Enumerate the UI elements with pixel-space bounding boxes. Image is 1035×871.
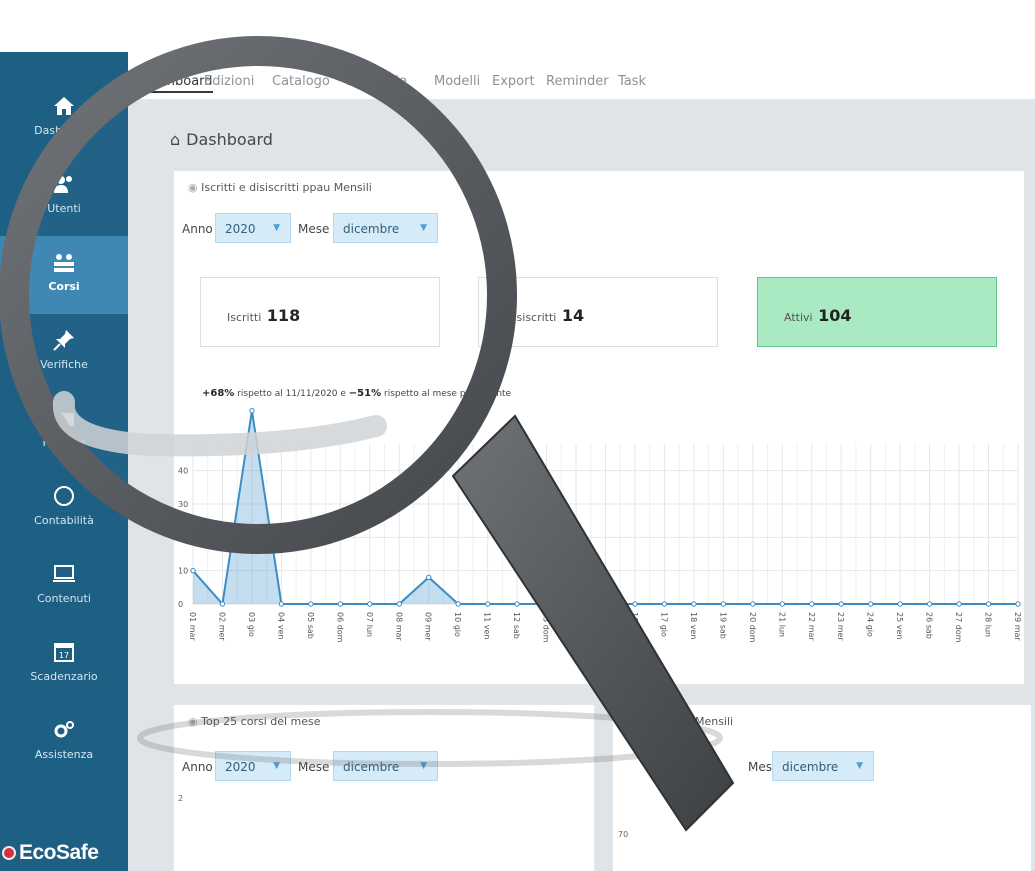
stat-label: Iscritti: [227, 311, 262, 324]
drag-icon: ◉: [188, 181, 202, 194]
axis-top-label: 2: [178, 794, 184, 803]
caret-down-icon: ▼: [273, 223, 280, 233]
stat-attivi: Attivi 104: [757, 277, 997, 347]
logo-mark-icon: [2, 846, 16, 860]
monitor-icon: [51, 562, 77, 588]
home-icon: [51, 94, 77, 120]
panel-title: Disiscritti Mensili: [640, 715, 734, 728]
anno-value: 2020: [225, 222, 256, 236]
logo-text: EcoSafe: [19, 841, 99, 864]
stat-disiscritti: Disiscritti 14: [478, 277, 718, 347]
anno-label-2: Anno: [182, 760, 213, 774]
tab-task[interactable]: Task: [618, 74, 646, 89]
tab-catalogo[interactable]: Catalogo: [272, 74, 330, 89]
tab-modelli[interactable]: Modelli: [434, 74, 480, 89]
axis-top-label: 70: [618, 830, 629, 839]
folder-icon: [51, 406, 77, 432]
sidebar-item-label: Scadenzario: [30, 670, 98, 683]
sidebar-item-assistenza[interactable]: Assistenza: [0, 704, 128, 782]
sidebar-item-label: Corsi: [48, 280, 80, 293]
mese-label: Mese: [298, 222, 330, 236]
top-navigation: Dashboard Edizioni Catalogo Materiale Modell…: [128, 52, 1035, 100]
pin-icon: [51, 328, 77, 354]
ecosafe-logo: EcoSafe: [2, 841, 99, 865]
stat-value: 14: [561, 306, 585, 325]
panel-header: ◉ Top 25 corsi del mese: [188, 715, 321, 728]
users-icon: [51, 172, 77, 198]
anno-label: Anno: [182, 222, 213, 236]
home-icon: ⌂: [170, 130, 181, 149]
delta-summary: +68% rispetto al 11/11/2020 e −51% rispe…: [202, 388, 511, 399]
mese-select-2[interactable]: dicembre ▼: [333, 751, 438, 781]
caret-down-icon: ▼: [420, 223, 427, 233]
caret-down-icon: ▼: [273, 761, 280, 771]
page-title: ⌂ Dashboard: [170, 130, 273, 149]
delta-pct-2: −51%: [348, 388, 382, 399]
tab-export[interactable]: Export: [492, 74, 535, 89]
stat-label: Disiscritti: [505, 311, 557, 324]
panel-header: ◉ Iscritti e disiscritti ppau Mensili: [188, 181, 372, 194]
stat-value: 118: [266, 306, 301, 325]
page-title-text: Dashboard: [186, 130, 273, 149]
drag-icon: ◉: [627, 715, 641, 728]
stat-value: 104: [818, 306, 852, 325]
mese-select[interactable]: dicembre ▼: [333, 213, 438, 243]
mese-value: dicembre: [782, 760, 839, 774]
panel-iscritti: ◉ Iscritti e disiscritti ppau Mensili: [173, 170, 1025, 685]
calendar-icon: 17: [51, 640, 77, 666]
sidebar-item-scadenzario[interactable]: 17 Scadenzario: [0, 626, 128, 704]
caret-down-icon: ▼: [420, 761, 427, 771]
courses-icon: [51, 250, 77, 276]
delta-pct-1: +68%: [202, 388, 235, 399]
sidebar-item-label: Assistenza: [34, 748, 94, 761]
stat-label: Attivi: [784, 311, 813, 324]
mese-label-2: Mese: [298, 760, 330, 774]
stat-iscritti: Iscritti 118: [200, 277, 440, 347]
sidebar-item-label: Utenti: [47, 202, 81, 215]
delta-text-1: rispetto al 11/11/2020 e: [237, 389, 346, 399]
caret-down-icon: ▼: [856, 761, 863, 771]
panel-header: ◉ Disiscritti Mensili: [627, 715, 733, 728]
sidebar-item-contenuti[interactable]: Contenuti: [0, 548, 128, 626]
anno-value: 2020: [225, 760, 256, 774]
mese-value: dicembre: [343, 760, 400, 774]
sidebar-item-contabilit[interactable]: Contabilità: [0, 470, 128, 548]
sidebar-item-label: Verifiche: [40, 358, 88, 371]
gears-icon: [51, 718, 77, 744]
sidebar: Dashboard Utenti Corsi Verifiche Progetti Con…: [0, 52, 128, 871]
sidebar-item-label: Contabilità: [34, 514, 94, 527]
tab-dashboard[interactable]: Dashboard: [142, 74, 213, 93]
sidebar-item-label: Dashboard: [34, 124, 94, 137]
sidebar-item-dashboard[interactable]: Dashboard: [0, 80, 128, 158]
app-window: { "sidebar": { "items": [ {"label": "Das…: [0, 0, 1035, 871]
sidebar-item-verifiche[interactable]: Verifiche: [0, 314, 128, 392]
anno-select-2[interactable]: 2020 ▼: [215, 751, 291, 781]
panel-title: Iscritti e disiscritti ppau Mensili: [201, 181, 372, 194]
sidebar-item-progetti[interactable]: Progetti: [0, 392, 128, 470]
tab-reminder[interactable]: Reminder: [546, 74, 609, 89]
sidebar-item-corsi[interactable]: Corsi: [0, 236, 128, 314]
sidebar-item-utenti[interactable]: Utenti: [0, 158, 128, 236]
sidebar-item-label: Progetti: [42, 436, 86, 449]
panel-disiscritti: ◉ Disiscritti Mensili: [612, 704, 1032, 871]
mese-value: dicembre: [343, 222, 400, 236]
tab-materiale[interactable]: Materiale: [346, 74, 407, 89]
sidebar-item-label: Contenuti: [37, 592, 91, 605]
panel-title: Top 25 corsi del mese: [201, 715, 321, 728]
tab-edizioni[interactable]: Edizioni: [204, 74, 254, 89]
anno-select[interactable]: 2020 ▼: [215, 213, 291, 243]
mese-select-3[interactable]: dicembre ▼: [772, 751, 874, 781]
panel-top-corsi: ◉ Top 25 corsi del mese: [173, 704, 595, 871]
accounting-icon: [51, 484, 77, 510]
svg-text:17: 17: [59, 651, 69, 660]
delta-text-2: rispetto al mese precedente: [384, 389, 512, 399]
drag-icon: ◉: [188, 715, 202, 728]
